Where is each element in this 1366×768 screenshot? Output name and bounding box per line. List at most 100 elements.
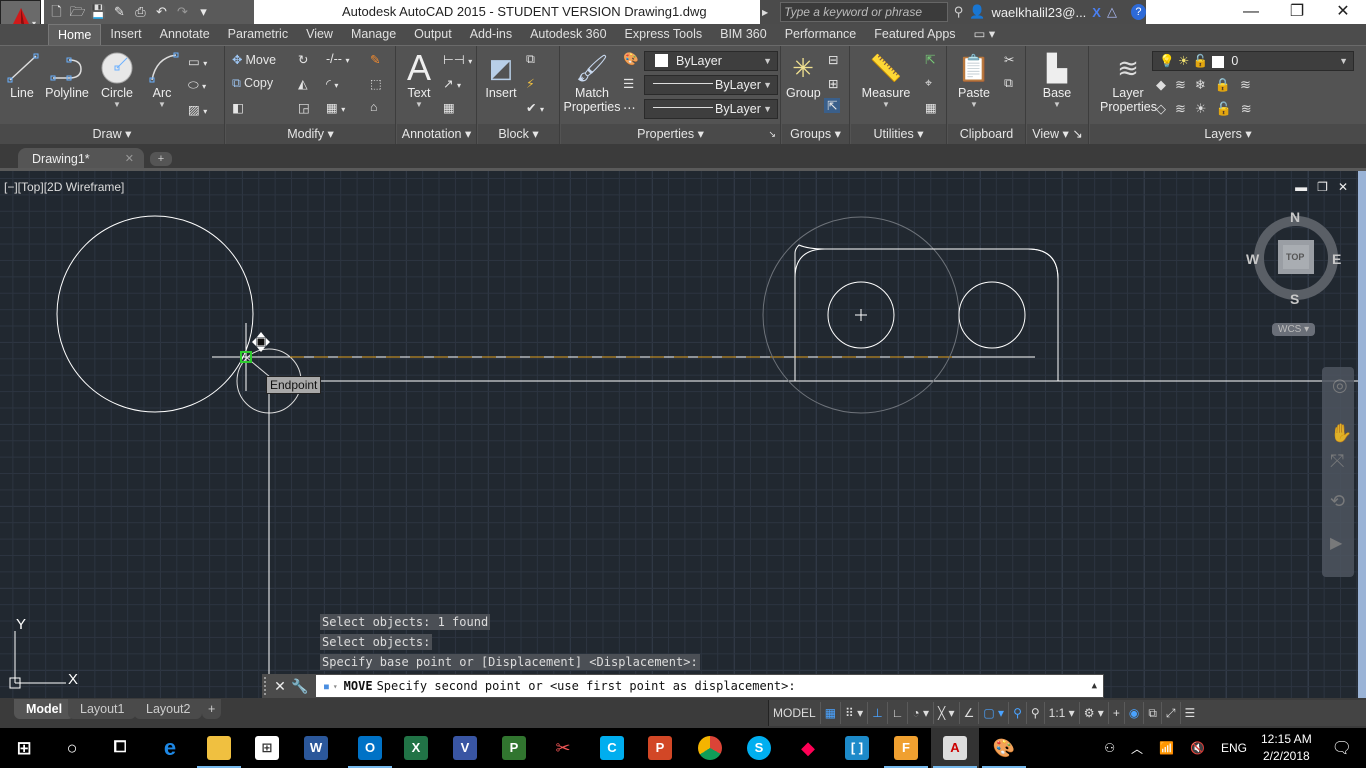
new-layout-button[interactable]: + [202,699,222,719]
point-id-button[interactable]: ⌖ [925,76,932,91]
group-button[interactable]: ✳ Group [786,50,821,100]
viewport-restore-button[interactable]: ❐ [1317,180,1328,194]
polyline-button[interactable]: Polyline [44,50,90,100]
viewcube-top-face[interactable]: TOP [1286,252,1304,262]
hardware-acceleration-toggle[interactable]: ⧉ [1144,702,1162,724]
clock[interactable]: 12:15 AM 2/2/2018 [1261,731,1312,765]
layer-dropdown[interactable]: 💡 ☀ 🔓 0 ▼ [1152,51,1354,71]
viewport-scrollbar[interactable] [1358,171,1366,698]
taskbar-word[interactable]: W [292,728,340,768]
command-close-icon[interactable]: ✕ [270,678,290,695]
block-panel-title[interactable]: Block ▾ [478,124,559,144]
match-properties-button[interactable]: 🖌 Match Properties [563,50,621,114]
ribbon-minimize-toggle[interactable]: ▭ ▾ [965,24,1005,45]
taskbar-outlook[interactable]: O [346,728,394,768]
exchange-icon[interactable]: X [1092,5,1101,20]
properties-panel-title[interactable]: Properties ▾ ↘ [561,124,780,144]
edit-attributes-button[interactable]: ✔ ▾ [526,100,544,115]
layers-panel-title[interactable]: Layers ▾ [1090,124,1366,144]
taskbar-edge[interactable]: e [146,728,194,768]
tab-layout1[interactable]: Layout1 [68,699,137,719]
tab-featured-apps[interactable]: Featured Apps [865,24,964,45]
calculator-button[interactable]: ▦ [925,100,937,115]
dimension-button[interactable]: ⊢⊣ ▾ [443,52,472,67]
paste-button[interactable]: 📋 Paste ▼ [956,50,992,109]
modify-panel-title[interactable]: Modify ▾ [226,124,395,144]
linetype-dropdown[interactable]: ByLayer ▼ [644,99,778,119]
viewport-close-button[interactable]: ✕ [1338,180,1348,194]
table-button[interactable]: ▦ [443,100,455,115]
tab-home[interactable]: Home [48,24,102,45]
tab-bim-360[interactable]: BIM 360 [711,24,776,45]
command-customize-icon[interactable]: 🔧 [290,678,310,695]
utilities-panel-title[interactable]: Utilities ▾ [851,124,946,144]
taskbar-app-c[interactable]: C [588,728,636,768]
tab-view[interactable]: View [297,24,342,45]
close-button[interactable]: ✕ [1320,0,1366,24]
search-button[interactable]: ○ [48,728,96,768]
customize-icon[interactable]: ▾ [195,4,212,20]
line-button[interactable]: Line [4,50,40,100]
customization-menu[interactable]: ☰ [1181,702,1200,724]
annotation-monitor[interactable]: + [1109,702,1125,724]
auto-scale-toggle[interactable]: ⚲ [1027,702,1045,724]
quick-select-button[interactable]: ⇱ [925,52,935,67]
ungroup-button[interactable]: ⊟ [828,52,838,67]
compass-east[interactable]: E [1332,251,1341,267]
taskbar-autocad[interactable]: A [931,728,979,768]
annotation-panel-title[interactable]: Annotation ▾ [397,124,476,144]
move-button[interactable]: ✥ Move [232,52,276,67]
task-view-button[interactable]: ⧠ [96,728,144,768]
help-icon[interactable]: ? [1130,4,1146,20]
workspace-switch[interactable]: ⚙ ▾ [1080,702,1109,724]
wifi-icon[interactable]: 📶 [1159,741,1174,755]
ortho-toggle[interactable]: ∟ [888,702,909,724]
compass-west[interactable]: W [1246,251,1259,267]
taskbar-project[interactable]: P [490,728,538,768]
volume-muted-icon[interactable]: 🔇 [1190,741,1205,755]
color-dropdown[interactable]: ByLayer ▼ [644,51,778,71]
zoom-extents-icon[interactable]: ⤧ [1330,451,1344,472]
command-input[interactable]: ■ ▾ MOVE Specify second point or <use fi… [316,675,1103,697]
tab-annotate[interactable]: Annotate [151,24,219,45]
autodesk-360-icon[interactable]: △ [1107,4,1117,20]
tab-output[interactable]: Output [405,24,461,45]
restore-button[interactable]: ❐ [1274,0,1320,24]
layer-previous-icon[interactable]: ≋ [1175,101,1186,117]
user-account[interactable]: waelkhalil23@... [991,5,1086,20]
taskbar-visio[interactable]: V [441,728,489,768]
measure-button[interactable]: 📏 Measure ▼ [861,50,911,109]
linetype-icon[interactable]: ⋯ [623,100,636,115]
erase-button[interactable]: ✎ [370,52,380,67]
tab-add-ins[interactable]: Add-ins [461,24,521,45]
layer-make-current-icon[interactable]: ≋ [1240,77,1251,93]
pan-icon[interactable]: ✋ [1330,423,1352,444]
compass-south[interactable]: S [1290,291,1299,307]
annotation-visibility-toggle[interactable]: ⚲ [1009,702,1027,724]
command-history-toggle[interactable]: ▲ [1092,681,1097,691]
text-button[interactable]: A Text ▼ [403,50,435,110]
annotation-scale[interactable]: 1:1 ▾ [1045,702,1080,724]
layer-unlock-all-icon[interactable]: 🔓 [1216,101,1232,117]
tab-performance[interactable]: Performance [776,24,866,45]
layer-match-icon[interactable]: ≋ [1175,77,1186,93]
taskbar-chrome[interactable] [686,728,734,768]
scale-button[interactable]: ◲ [298,100,310,115]
wcs-menu[interactable]: WCS ▾ [1272,323,1316,336]
new-icon[interactable]: 🗋 [48,4,65,20]
fillet-button[interactable]: ◜ ▾ [326,76,338,91]
stretch-button[interactable]: ◧ [232,100,244,115]
taskbar-snipping-tool[interactable]: ✂ [539,728,587,768]
taskbar-powerpoint[interactable]: P [636,728,684,768]
ellipse-button[interactable]: ⬭ ▾ [188,78,206,93]
taskbar-fusion[interactable]: F [882,728,930,768]
object-snap-tracking-toggle[interactable]: ∠ [960,702,980,724]
leader-button[interactable]: ↗ ▾ [443,76,461,91]
undo-icon[interactable]: ↶ [153,4,170,20]
insert-button[interactable]: ◩ Insert [484,50,518,100]
base-button[interactable]: ▙ Base ▼ [1039,50,1075,109]
object-snap-toggle[interactable]: ▢ ▾ [979,702,1010,724]
mirror-button[interactable]: ◭ [298,76,308,91]
tab-manage[interactable]: Manage [342,24,405,45]
model-space-button[interactable]: MODEL [769,702,821,724]
